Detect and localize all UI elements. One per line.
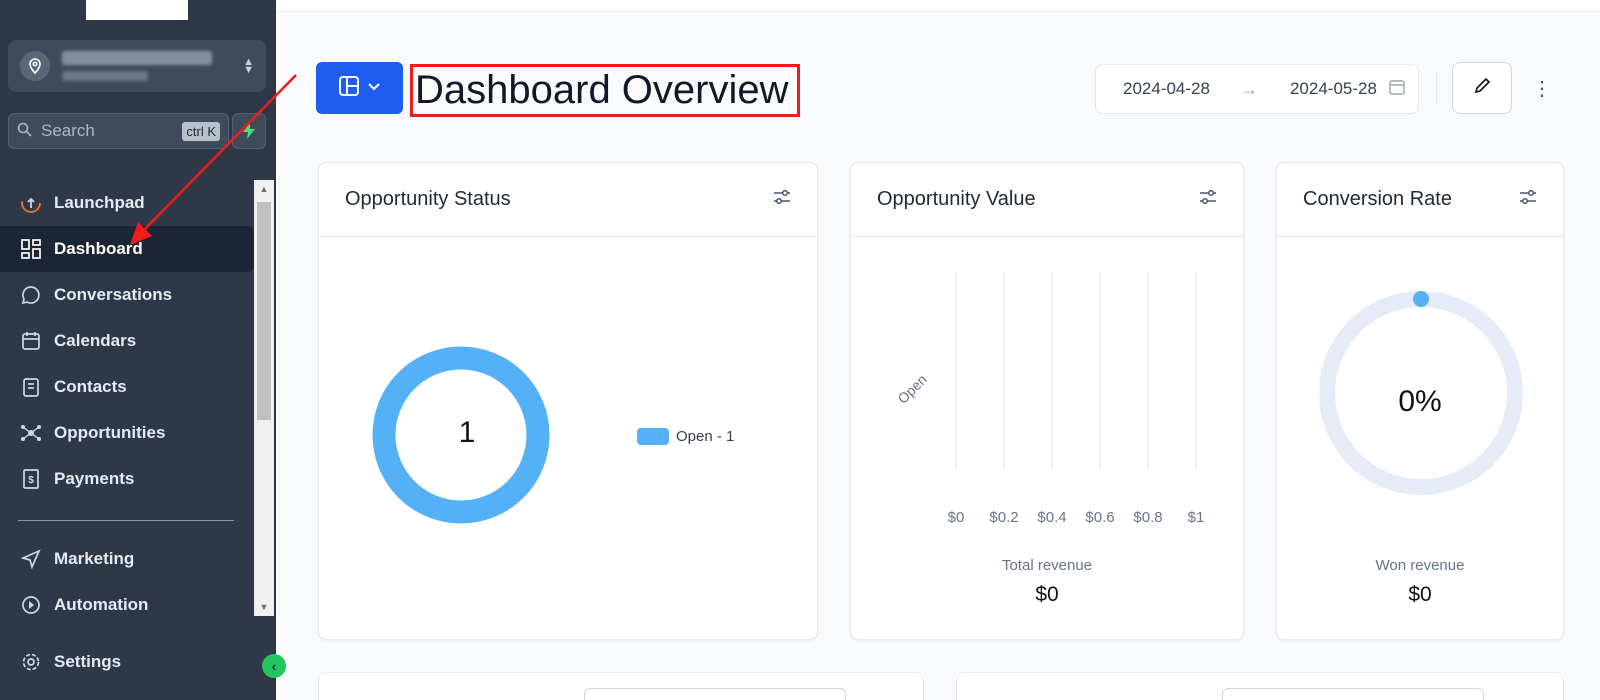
account-switcher[interactable]: ▲ ▼ <box>8 40 266 92</box>
calendar-icon <box>1389 79 1405 100</box>
sidebar-item-label: Marketing <box>54 549 135 568</box>
conversion-percent: 0% <box>1398 385 1442 418</box>
sidebar-item-label: Opportunities <box>54 423 166 442</box>
arrow-right-icon: → <box>1239 78 1258 99</box>
search-icon <box>17 122 37 141</box>
bottom-card-left-control[interactable] <box>584 688 846 700</box>
search-shortcut-badge: ctrl K <box>182 121 220 141</box>
filter-settings-icon[interactable] <box>1199 189 1217 209</box>
collapse-sidebar-button[interactable]: ‹ <box>262 654 286 678</box>
card-title: Opportunity Status <box>345 188 511 210</box>
sidebar: ▲ ▼ Search ctrl K Launchpad Dashboard Con… <box>0 0 276 700</box>
pencil-icon <box>1473 77 1491 100</box>
date-range-picker[interactable]: 2024-04-28 → 2024-05-28 <box>1095 64 1419 114</box>
header-divider <box>1436 72 1437 104</box>
kebab-menu-icon: ⋮ <box>1532 77 1552 100</box>
date-from: 2024-04-28 <box>1123 79 1210 98</box>
sidebar-item-launchpad[interactable]: Launchpad <box>0 180 254 226</box>
scroll-thumb[interactable] <box>257 202 271 420</box>
layout-icon <box>338 75 359 101</box>
sidebar-item-payments[interactable]: $ Payments <box>0 456 254 502</box>
dashboard-switcher-button[interactable] <box>316 62 403 114</box>
sidebar-item-dashboard[interactable]: Dashboard <box>0 226 254 272</box>
filter-settings-icon[interactable] <box>1519 189 1537 209</box>
search-placeholder: Search <box>41 121 95 140</box>
location-icon <box>20 51 50 81</box>
scroll-down-arrow-icon[interactable]: ▼ <box>254 598 274 616</box>
opportunity-value-card: Opportunity Value Open $0 $0.2 $0.4 $0.6… <box>850 162 1244 640</box>
sidebar-item-label: Dashboard <box>54 239 143 258</box>
sidebar-item-label: Calendars <box>54 331 137 350</box>
x-tick-label: $0.4 <box>1037 509 1067 526</box>
gauge-indicator <box>1413 291 1429 307</box>
contacts-icon <box>18 376 44 398</box>
sidebar-item-contacts[interactable]: Contacts <box>0 364 254 410</box>
payments-icon: $ <box>18 468 44 490</box>
sidebar-item-marketing[interactable]: Marketing <box>0 536 254 582</box>
x-tick-label: $0 <box>947 509 965 526</box>
opportunity-status-card: Opportunity Status 1 Open - 1 <box>318 162 818 640</box>
sidebar-item-automation[interactable]: Automation <box>0 582 254 616</box>
sidebar-item-label: Conversations <box>54 285 173 304</box>
opportunities-icon <box>18 422 44 444</box>
quick-action-bolt-icon[interactable] <box>232 113 266 149</box>
x-tick-label: $1 <box>1187 509 1205 526</box>
svg-text:$: $ <box>28 475 34 486</box>
search-input[interactable]: Search ctrl K <box>8 113 229 149</box>
sidebar-item-conversations[interactable]: Conversations <box>0 272 254 318</box>
won-revenue-value: $0 <box>1408 583 1432 606</box>
calendar-icon <box>18 330 44 352</box>
status-legend: Open - 1 <box>637 428 734 445</box>
launchpad-icon <box>18 192 44 214</box>
more-options-button[interactable]: ⋮ <box>1532 72 1552 104</box>
sidebar-scrollbar[interactable]: ▲ ▼ <box>254 180 274 616</box>
scroll-up-arrow-icon[interactable]: ▲ <box>254 180 274 198</box>
sidebar-item-calendars[interactable]: Calendars <box>0 318 254 364</box>
x-tick-label: $0.8 <box>1133 509 1163 526</box>
edit-dashboard-button[interactable] <box>1452 62 1512 114</box>
sidebar-nav: Launchpad Dashboard Conversations Calend… <box>0 180 254 616</box>
sidebar-item-label: Automation <box>54 595 149 614</box>
automation-icon <box>18 594 44 616</box>
filter-settings-icon[interactable] <box>773 189 791 209</box>
legend-swatch <box>637 428 669 445</box>
send-icon <box>18 548 44 570</box>
sidebar-divider <box>18 520 234 521</box>
x-tick-label: $0.2 <box>989 509 1019 526</box>
sidebar-item-opportunities[interactable]: Opportunities <box>0 410 254 456</box>
sidebar-item-label: Contacts <box>54 377 127 396</box>
dashboard-icon <box>18 238 44 260</box>
card-title: Opportunity Value <box>877 188 1036 210</box>
page-title: Dashboard Overview <box>410 64 800 117</box>
bottom-card-right-control[interactable] <box>1222 688 1484 700</box>
x-tick-label: $0.6 <box>1085 509 1115 526</box>
donut-total: 1 <box>458 416 476 449</box>
gear-icon <box>18 651 44 673</box>
conversion-rate-card: Conversion Rate 0% Won revenue $0 <box>1276 162 1564 640</box>
date-to: 2024-05-28 <box>1289 79 1377 98</box>
top-bar <box>276 0 1600 12</box>
sidebar-item-label: Launchpad <box>54 193 145 212</box>
chat-icon <box>18 284 44 306</box>
company-logo <box>86 0 188 20</box>
chevron-updown-icon: ▲ ▼ <box>243 56 254 76</box>
total-revenue-value: $0 <box>1035 583 1059 606</box>
chevron-left-icon: ‹ <box>271 658 277 674</box>
account-name-redacted <box>62 51 243 81</box>
sidebar-item-label: Payments <box>54 469 135 488</box>
sidebar-item-settings[interactable]: Settings <box>0 644 254 680</box>
legend-label: Open - 1 <box>676 428 735 445</box>
total-revenue-label: Total revenue <box>1001 557 1093 574</box>
chevron-down-icon <box>367 79 381 97</box>
sidebar-item-label: Settings <box>54 652 122 671</box>
won-revenue-label: Won revenue <box>1375 557 1465 574</box>
card-title: Conversion Rate <box>1303 188 1452 210</box>
